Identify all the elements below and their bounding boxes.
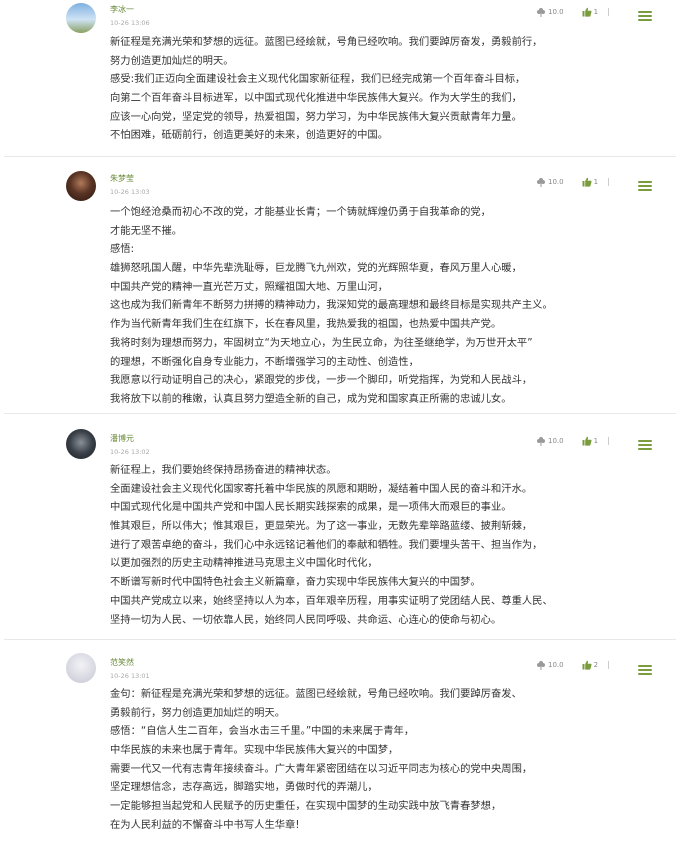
stat-divider bbox=[608, 178, 610, 186]
author-name[interactable]: 范笑然 bbox=[110, 658, 134, 668]
comment-line: 中国式现代化是中国共产党和中国人民长期实践探索的成果，是一项伟大而艰巨的事业。 bbox=[110, 501, 512, 514]
comment-line: 我将时刻为理想而努力，牢固树立“为天地立心，为生民立命，为往圣继绝学，为万世开太… bbox=[110, 336, 533, 349]
thumbs-up-icon bbox=[582, 7, 592, 17]
comment-line: 这也成为我们新青年不断努力拼搏的精神动力，我深知党的最高理想和最终目标是实现共产… bbox=[110, 299, 553, 312]
comment-line: 应该一心向党，坚定党的领导，热爱祖国，努力学习，为中华民族伟大复兴贡献青年力量。 bbox=[110, 110, 522, 123]
comment-line: 坚定理想信念，志存高远，脚踏实地，勇做时代的弄潮儿， bbox=[110, 781, 378, 794]
avatar[interactable] bbox=[66, 429, 96, 459]
comment-line: 我将放下以前的稚嫩，认真且努力塑造全新的自己，成为党和国家真正所需的忠诚儿女。 bbox=[110, 392, 512, 405]
like-count: 2 bbox=[593, 661, 599, 669]
author-name[interactable]: 朱梦莹 bbox=[110, 174, 134, 184]
comment-line: 全面建设社会主义现代化国家寄托着中华民族的夙愿和期盼，凝结着中国人民的奋斗和汗水… bbox=[110, 482, 533, 495]
comment-card: 范笑然 10-26 13:01 10.0 2 金句：新征程是充满光荣和梦想的远征… bbox=[0, 641, 680, 848]
thumbs-up-icon bbox=[582, 436, 592, 446]
author-name[interactable]: 李冰一 bbox=[110, 5, 134, 15]
score-value: 10.0 bbox=[548, 437, 564, 445]
stat-divider bbox=[608, 437, 610, 445]
like-button[interactable]: 1 bbox=[582, 7, 598, 17]
comment-card: 潘博元 10-26 13:02 10.0 1 新征程上，我们要始终保持昂扬奋进的… bbox=[0, 415, 680, 640]
like-button[interactable]: 2 bbox=[582, 660, 598, 670]
comment-line: 进行了艰苦卓绝的奋斗，我们心中永远铭记着他们的奉献和牺牲。我们要埋头苦干、担当作… bbox=[110, 538, 543, 551]
comment-line: 需要一代又一代有志青年接续奋斗。广大青年紧密团结在以习近平同志为核心的党中央周围… bbox=[110, 762, 533, 775]
comment-line: 在为人民利益的不懈奋斗中书写人生华章! bbox=[110, 818, 300, 831]
comment-line: 感悟: bbox=[110, 243, 135, 256]
comment-line: 的理想，不断强化自身专业能力，不断增强学习的主动性、创造性， bbox=[110, 355, 419, 368]
timestamp: 10-26 13:01 bbox=[110, 672, 150, 680]
comment-stats: 10.0 1 bbox=[536, 176, 610, 188]
comment-line: 一定能够担当起党和人民赋予的历史重任，在实现中国梦的生动实践中放飞青春梦想， bbox=[110, 800, 502, 813]
comment-line: 金句：新征程是充满光荣和梦想的远征。蓝图已经绘就，号角已经吹响。我们要踔厉奋发、 bbox=[110, 688, 522, 700]
comment-feed: 李冰一 10-26 13:06 10.0 1 新征程是充满光荣和梦想的远征。蓝图… bbox=[0, 0, 680, 848]
comment-stats: 10.0 1 bbox=[536, 6, 610, 18]
comment-card: 朱梦莹 10-26 13:03 10.0 1 一个饱经沧桑而初心不改的党，才能基… bbox=[0, 157, 680, 414]
like-count: 1 bbox=[593, 178, 599, 186]
flower-icon bbox=[536, 660, 546, 670]
comment-line: 新征程是充满光荣和梦想的远征。蓝图已经绘就，号角已经吹响。我们要踔厉奋发，勇毅前… bbox=[110, 36, 543, 48]
timestamp: 10-26 13:06 bbox=[110, 19, 150, 27]
comment-line: 勇毅前行，努力创造更加灿烂的明天。 bbox=[110, 706, 286, 719]
comment-line: 新征程上，我们要始终保持昂扬奋进的精神状态。 bbox=[110, 464, 337, 476]
like-button[interactable]: 1 bbox=[582, 436, 598, 446]
comment-line: 以更加强烈的历史主动精神推进马克思主义中国化时代化， bbox=[110, 557, 378, 570]
comment-line: 感悟：“自信人生二百年，会当水击三千里。”中国的未来属于青年， bbox=[110, 725, 415, 738]
comment-text: 一个饱经沧桑而初心不改的党，才能基业长青；一个铸就辉煌仍勇于自我革命的党， 才能… bbox=[110, 203, 655, 409]
menu-lines-icon[interactable] bbox=[638, 11, 652, 21]
comment-text: 新征程上，我们要始终保持昂扬奋进的精神状态。 全面建设社会主义现代化国家寄托着中… bbox=[110, 461, 655, 629]
flower-icon bbox=[536, 436, 546, 446]
comment-line: 坚持一切为人民、一切依靠人民，始终同人民同呼吸、共命运、心连心的使命与初心。 bbox=[110, 613, 502, 626]
score-value: 10.0 bbox=[548, 661, 564, 669]
comment-text: 金句：新征程是充满光荣和梦想的远征。蓝图已经绘就，号角已经吹响。我们要踔厉奋发、… bbox=[110, 685, 655, 835]
comment-line: 努力创造更加灿烂的明天。 bbox=[110, 54, 234, 67]
comment-line: 我愿意以行动证明自己的决心，紧跟党的步伐，一步一个脚印，听党指挥，为党和人民战斗… bbox=[110, 374, 533, 387]
author-name[interactable]: 潘博元 bbox=[110, 434, 134, 444]
stat-divider bbox=[608, 8, 610, 16]
avatar[interactable] bbox=[66, 3, 96, 33]
comment-stats: 10.0 2 bbox=[536, 659, 610, 671]
timestamp: 10-26 13:03 bbox=[110, 188, 150, 196]
comment-line: 才能无坚不摧。 bbox=[110, 224, 183, 237]
comment-line: 感受:我们正迈向全面建设社会主义现代化国家新征程，我们已经完成第一个百年奋斗目标… bbox=[110, 73, 526, 86]
comment-line: 中国共产党成立以来，始终坚持以人为本，百年艰辛历程，用事实证明了党团结人民、尊重… bbox=[110, 594, 553, 607]
score-value: 10.0 bbox=[548, 178, 564, 186]
menu-lines-icon[interactable] bbox=[638, 440, 652, 450]
comment-line: 不断谱写新时代中国特色社会主义新篇章，奋力实现中华民族伟大复兴的中国梦。 bbox=[110, 576, 481, 589]
comment-line: 向第二个百年奋斗目标进军，以中国式现代化推进中华民族伟大复兴。作为大学生的我们， bbox=[110, 92, 522, 105]
menu-lines-icon[interactable] bbox=[638, 181, 652, 191]
comment-line: 雄狮怒吼国人醒，中华先辈洗耻辱，巨龙腾飞九州欢，党的光辉照华夏，春风万里人心暖， bbox=[110, 262, 522, 275]
comment-card: 李冰一 10-26 13:06 10.0 1 新征程是充满光荣和梦想的远征。蓝图… bbox=[0, 0, 680, 157]
menu-lines-icon[interactable] bbox=[638, 665, 652, 675]
thumbs-up-icon bbox=[582, 177, 592, 187]
like-count: 1 bbox=[593, 437, 599, 445]
timestamp: 10-26 13:02 bbox=[110, 448, 150, 456]
avatar[interactable] bbox=[66, 171, 96, 201]
like-button[interactable]: 1 bbox=[582, 177, 598, 187]
comment-line: 不怕困难，砥砺前行，创造更美好的未来，创造更好的中国。 bbox=[110, 129, 389, 142]
score-value: 10.0 bbox=[548, 8, 564, 16]
comment-line: 作为当代新青年我们生在红旗下，长在春风里，我热爱我的祖国，也热爱中国共产党。 bbox=[110, 318, 502, 331]
divider bbox=[4, 639, 676, 640]
comment-line: 一个饱经沧桑而初心不改的党，才能基业长青；一个铸就辉煌仍勇于自我革命的党， bbox=[110, 206, 491, 218]
like-count: 1 bbox=[593, 8, 599, 16]
flower-icon bbox=[536, 7, 546, 17]
comment-line: 惟其艰巨，所以伟大；惟其艰巨，更显荣光。为了这一事业，无数先辈筚路蓝缕、披荆斩棘… bbox=[110, 520, 533, 533]
divider bbox=[4, 413, 676, 414]
flower-icon bbox=[536, 177, 546, 187]
avatar[interactable] bbox=[66, 653, 96, 683]
stat-divider bbox=[608, 661, 610, 669]
comment-text: 新征程是充满光荣和梦想的远征。蓝图已经绘就，号角已经吹响。我们要踔厉奋发，勇毅前… bbox=[110, 33, 655, 145]
thumbs-up-icon bbox=[582, 660, 592, 670]
comment-stats: 10.0 1 bbox=[536, 435, 610, 447]
comment-line: 中华民族的未来也属于青年。实现中华民族伟大复兴的中国梦， bbox=[110, 744, 399, 757]
comment-line: 中国共产党的精神一直光芒万丈，照耀祖国大地、万里山河， bbox=[110, 280, 389, 293]
